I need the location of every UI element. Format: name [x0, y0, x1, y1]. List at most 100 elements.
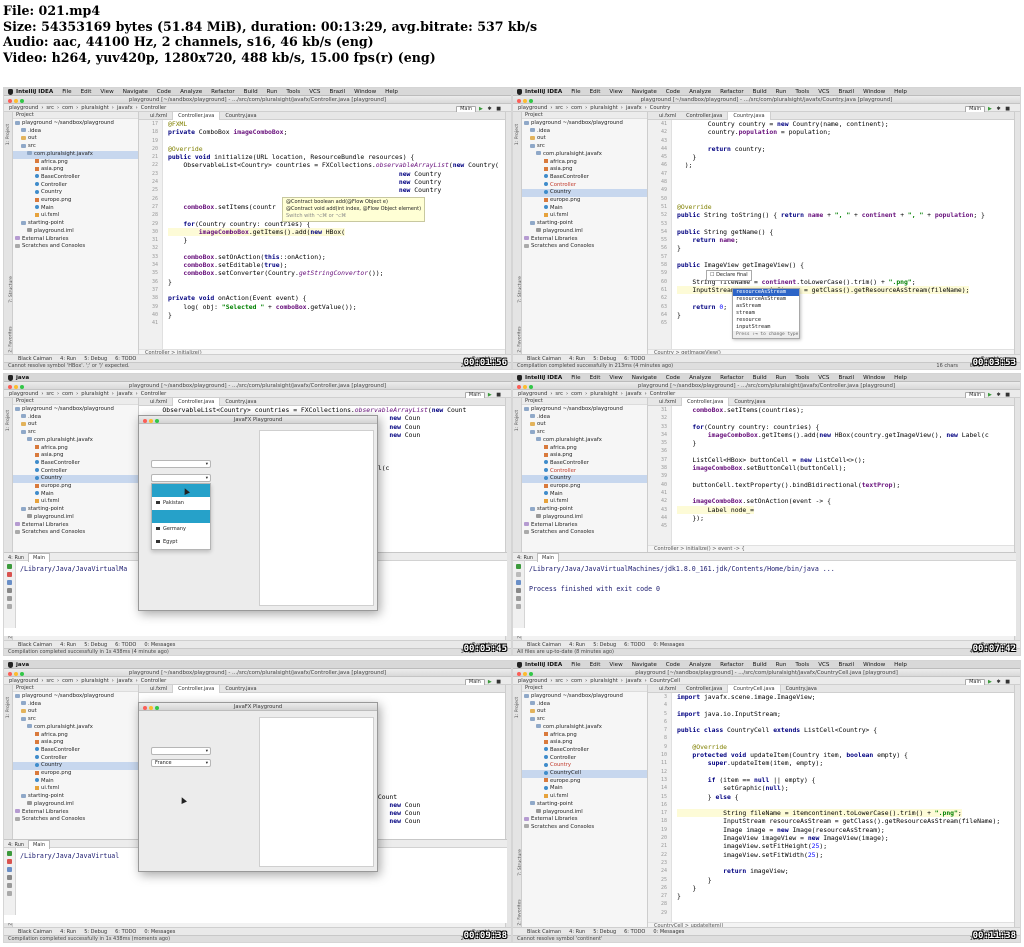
image-combo-dropdown[interactable]: Pakistan Germany Egypt: [151, 483, 211, 550]
close-window-icon[interactable]: [517, 99, 521, 103]
code-editor[interactable]: ui.fxml Controller.java CountryCell.java Co…: [648, 685, 1014, 929]
menu-navigate[interactable]: Navigate: [632, 89, 657, 95]
nav-pluralsight[interactable]: pluralsight: [81, 105, 109, 111]
zoom-window-icon[interactable]: [20, 672, 24, 676]
menu-edit[interactable]: Edit: [590, 89, 601, 95]
tree-item-uifxml[interactable]: ui.fxml: [13, 212, 138, 220]
name-suggestion-popup[interactable]: resourceAsStream resourceAsStream asStre…: [732, 288, 800, 339]
tab-country[interactable]: Country.java: [220, 112, 261, 120]
trash-icon[interactable]: [7, 891, 12, 896]
tree-item-basecontroller[interactable]: BaseController: [13, 460, 138, 468]
minimize-window-icon[interactable]: [14, 672, 18, 676]
menu-code[interactable]: Code: [157, 89, 171, 95]
tree-item-main[interactable]: Main: [522, 785, 647, 793]
tree-item-external-libraries[interactable]: External Libraries: [13, 809, 138, 817]
menu-vcs[interactable]: VCS: [818, 89, 829, 95]
minimize-window-icon[interactable]: [523, 385, 527, 389]
tree-item-package[interactable]: com.pluralsight.javafx: [522, 151, 647, 159]
nav-pluralsight[interactable]: pluralsight: [81, 678, 109, 684]
menu-navigate[interactable]: Navigate: [123, 89, 148, 95]
nav-com[interactable]: com: [571, 678, 582, 684]
nav-playground[interactable]: playground: [518, 678, 547, 684]
suggestion-item[interactable]: inputStream: [733, 324, 799, 331]
menu-help[interactable]: Help: [385, 89, 398, 95]
project-panel-header[interactable]: Project: [522, 398, 647, 405]
minimize-window-icon[interactable]: [523, 99, 527, 103]
close-window-icon[interactable]: [8, 99, 12, 103]
tree-item-uifxml[interactable]: ui.fxml: [13, 498, 138, 506]
app-menu[interactable]: java: [16, 375, 29, 381]
menu-run[interactable]: Run: [267, 89, 278, 95]
menu-brazil[interactable]: Brazil: [838, 375, 854, 381]
menu-view[interactable]: View: [100, 89, 113, 95]
menu-analyze[interactable]: Analyze: [689, 375, 711, 381]
app-menu[interactable]: IntelliJ IDEA: [16, 89, 53, 95]
tab-country[interactable]: Country.java: [220, 685, 261, 693]
tree-item-countrycell[interactable]: CountryCell: [522, 770, 647, 778]
tree-item-country[interactable]: Country: [13, 475, 138, 484]
tree-item-africa[interactable]: africa.png: [522, 445, 647, 453]
tab-controller[interactable]: Controller.java: [681, 398, 730, 406]
tree-item-root[interactable]: playground ~/sandbox/playground: [522, 693, 647, 701]
tree-item-controller[interactable]: Controller: [13, 468, 138, 476]
zoom-window-icon[interactable]: [20, 385, 24, 389]
tree-item-country[interactable]: Country: [522, 762, 647, 770]
menu-analyze[interactable]: Analyze: [180, 89, 202, 95]
run-tab-main[interactable]: Main: [537, 553, 559, 562]
project-tool-tab[interactable]: 1: Project: [515, 124, 520, 145]
menu-file[interactable]: File: [571, 662, 580, 668]
declare-final-option[interactable]: ☐ Declare final: [706, 270, 752, 281]
tree-item-src[interactable]: src: [13, 143, 138, 151]
tree-item-src[interactable]: src: [522, 429, 647, 437]
tab-ui-fxml[interactable]: ui.fxml: [654, 112, 681, 120]
app-menu[interactable]: IntelliJ IDEA: [525, 89, 562, 95]
tree-item-europe[interactable]: europe.png: [13, 197, 138, 205]
suggestion-item[interactable]: stream: [733, 310, 799, 317]
run-tab-main[interactable]: Main: [28, 553, 50, 562]
close-window-icon[interactable]: [517, 672, 521, 676]
tree-item-africa[interactable]: africa.png: [13, 159, 138, 167]
tree-item-iml[interactable]: playground.iml: [13, 801, 138, 809]
menu-refactor[interactable]: Refactor: [720, 662, 743, 668]
settings-icon[interactable]: [7, 883, 12, 888]
settings-icon[interactable]: [7, 596, 12, 601]
dropdown-item[interactable]: [152, 510, 210, 523]
tree-item-asia[interactable]: asia.png: [13, 739, 138, 747]
menu-tools[interactable]: Tools: [795, 89, 809, 95]
menu-navigate[interactable]: Navigate: [632, 662, 657, 668]
tree-item-package[interactable]: com.pluralsight.javafx: [522, 437, 647, 445]
restore-layout-icon[interactable]: [516, 580, 521, 585]
menu-refactor[interactable]: Refactor: [211, 89, 234, 95]
tree-item-controller[interactable]: Controller: [13, 755, 138, 763]
menu-run[interactable]: Run: [776, 89, 787, 95]
menu-view[interactable]: View: [609, 375, 622, 381]
project-panel-header[interactable]: Project: [522, 112, 647, 119]
nav-country[interactable]: Country: [650, 105, 671, 111]
tree-item-starting-point[interactable]: starting-point: [522, 506, 647, 514]
tree-item-africa[interactable]: africa.png: [13, 732, 138, 740]
tree-item-uifxml[interactable]: ui.fxml: [522, 212, 647, 220]
tree-item-root[interactable]: playground ~/sandbox/playground: [13, 693, 138, 701]
menu-edit[interactable]: Edit: [81, 89, 92, 95]
app-menu[interactable]: IntelliJ IDEA: [525, 375, 562, 381]
dropdown-item[interactable]: Germany: [152, 523, 210, 536]
tree-item-external-libraries[interactable]: External Libraries: [522, 236, 647, 244]
project-panel-header[interactable]: Project: [13, 112, 138, 119]
tree-item-controller[interactable]: Controller: [522, 468, 647, 476]
restore-layout-icon[interactable]: [7, 867, 12, 872]
menu-build[interactable]: Build: [753, 89, 767, 95]
tree-item-uifxml[interactable]: ui.fxml: [13, 785, 138, 793]
tab-controller[interactable]: Controller.java: [681, 685, 727, 693]
settings-icon[interactable]: [516, 596, 521, 601]
tree-item-package[interactable]: com.pluralsight.javafx: [13, 724, 138, 732]
tree-item-out[interactable]: out: [522, 708, 647, 716]
nav-playground[interactable]: playground: [9, 678, 38, 684]
tree-item-out[interactable]: out: [522, 135, 647, 143]
tree-item-starting-point[interactable]: starting-point: [13, 220, 138, 228]
tree-item-main[interactable]: Main: [13, 778, 138, 786]
tree-item-external-libraries[interactable]: External Libraries: [13, 236, 138, 244]
menu-code[interactable]: Code: [666, 375, 680, 381]
suggestion-item[interactable]: resourceAsStream: [733, 296, 799, 303]
menu-brazil[interactable]: Brazil: [329, 89, 345, 95]
menu-vcs[interactable]: VCS: [309, 89, 320, 95]
